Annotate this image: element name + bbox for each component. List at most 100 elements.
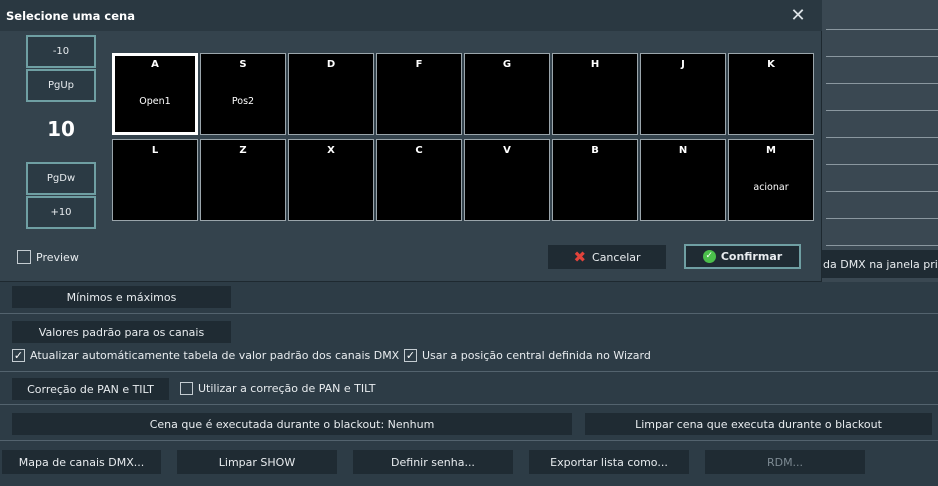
scene-key-label: B bbox=[591, 145, 599, 156]
checkbox-checked-icon[interactable]: ✓ bbox=[12, 349, 25, 362]
auto-update-label: Atualizar automáticamente tabela de valo… bbox=[30, 349, 400, 362]
divider bbox=[826, 245, 938, 246]
button-label: Valores padrão para os canais bbox=[38, 325, 205, 339]
preview-option[interactable]: Preview bbox=[17, 250, 79, 264]
button-label: Confirmar bbox=[720, 250, 783, 263]
export-list-button[interactable]: Exportar lista como... bbox=[529, 450, 689, 474]
button-label: Exportar lista como... bbox=[550, 455, 668, 469]
divider bbox=[826, 110, 938, 111]
scene-key-label: D bbox=[326, 59, 336, 70]
dmx-channel-map-button[interactable]: Mapa de canais DMX... bbox=[2, 450, 161, 474]
button-label: Definir senha... bbox=[391, 455, 475, 469]
checkbox-unchecked-icon[interactable] bbox=[17, 250, 31, 264]
button-label: Mínimos e máximos bbox=[66, 290, 177, 304]
scene-button-n[interactable]: N bbox=[640, 139, 726, 221]
scene-button-j[interactable]: J bbox=[640, 53, 726, 135]
dialog-title: Selecione uma cena bbox=[6, 8, 135, 23]
button-label: Mapa de canais DMX... bbox=[18, 455, 145, 469]
scene-button-a[interactable]: A Open1 bbox=[112, 53, 198, 135]
page-up-button[interactable]: PgUp bbox=[26, 69, 96, 102]
divider bbox=[826, 191, 938, 192]
auto-update-default-table-option[interactable]: ✓ Atualizar automáticamente tabela de va… bbox=[12, 349, 399, 362]
blackout-scene-button[interactable]: Cena que é executada durante o blackout:… bbox=[12, 413, 572, 435]
confirm-button[interactable]: ✓ Confirmar bbox=[684, 244, 801, 269]
scene-key-label: S bbox=[239, 59, 247, 70]
scene-key-label: C bbox=[415, 145, 423, 156]
divider bbox=[826, 29, 938, 30]
button-label: PgDw bbox=[46, 173, 76, 184]
scene-button-f[interactable]: F bbox=[376, 53, 462, 135]
pan-tilt-use-label: Utilizar a correção de PAN e TILT bbox=[198, 382, 376, 395]
pan-tilt-correction-button[interactable]: Correção de PAN e TILT bbox=[12, 378, 169, 400]
min-max-button[interactable]: Mínimos e máximos bbox=[12, 286, 231, 308]
button-label: PgUp bbox=[47, 80, 75, 91]
divider bbox=[826, 164, 938, 165]
button-label: Correção de PAN e TILT bbox=[27, 382, 154, 396]
set-password-button[interactable]: Definir senha... bbox=[353, 450, 513, 474]
scene-key-label: V bbox=[503, 145, 511, 156]
divider bbox=[826, 83, 938, 84]
clear-show-button[interactable]: Limpar SHOW bbox=[177, 450, 337, 474]
button-label: RDM... bbox=[766, 455, 804, 469]
scene-key-label: Z bbox=[239, 145, 247, 156]
checkbox-checked-icon[interactable]: ✓ bbox=[404, 349, 417, 362]
scene-key-label: M bbox=[766, 145, 776, 156]
divider bbox=[826, 137, 938, 138]
scene-key-label: K bbox=[767, 59, 775, 70]
button-label: Limpar SHOW bbox=[218, 455, 296, 469]
scene-key-label: F bbox=[415, 59, 423, 70]
scene-button-m[interactable]: Macionar bbox=[728, 139, 814, 221]
scene-button-k[interactable]: K bbox=[728, 53, 814, 135]
dialog-titlebar: Selecione uma cena bbox=[0, 0, 822, 31]
page-down-button[interactable]: PgDw bbox=[26, 162, 96, 195]
scene-button-l[interactable]: L bbox=[112, 139, 198, 221]
show-dmx-main-window-button[interactable]: da DMX na janela princ bbox=[820, 250, 938, 278]
check-circle-icon: ✓ bbox=[702, 250, 716, 263]
scene-grid: A Open1 S Pos2 D F G H J K L Z X C V B N Macionar bbox=[112, 53, 814, 223]
scene-key-label: N bbox=[678, 145, 688, 156]
button-label: Cena que é executada durante o blackout:… bbox=[149, 417, 435, 431]
divider bbox=[826, 56, 938, 57]
scene-button-z[interactable]: Z bbox=[200, 139, 286, 221]
scene-key-label: G bbox=[502, 59, 512, 70]
settings-list-strip bbox=[822, 0, 938, 282]
scene-button-g[interactable]: G bbox=[464, 53, 550, 135]
scene-button-v[interactable]: V bbox=[464, 139, 550, 221]
button-label: -10 bbox=[52, 46, 70, 57]
scene-select-dialog: Selecione uma cena ✕ -10 PgUp 10 PgDw +1… bbox=[0, 0, 822, 282]
scene-name-label: Pos2 bbox=[231, 96, 255, 107]
scene-button-c[interactable]: C bbox=[376, 139, 462, 221]
button-label: Limpar cena que executa durante o blacko… bbox=[635, 417, 882, 431]
divider bbox=[0, 313, 938, 314]
scene-key-label: H bbox=[590, 59, 600, 70]
checkbox-unchecked-icon[interactable] bbox=[180, 382, 193, 395]
scene-button-b[interactable]: B bbox=[552, 139, 638, 221]
page-plus-10-button[interactable]: +10 bbox=[26, 196, 96, 229]
divider bbox=[0, 371, 938, 372]
scene-button-x[interactable]: X bbox=[288, 139, 374, 221]
divider bbox=[826, 218, 938, 219]
scene-key-label: A bbox=[151, 59, 159, 70]
scene-key-label: L bbox=[151, 145, 159, 156]
page-minus-10-button[interactable]: -10 bbox=[26, 35, 96, 68]
close-icon[interactable]: ✕ bbox=[786, 4, 810, 26]
scene-key-label: X bbox=[327, 145, 335, 156]
scene-name-label: Open1 bbox=[139, 96, 171, 107]
cancel-button[interactable]: ✖ Cancelar bbox=[548, 245, 666, 269]
x-icon: ✖ bbox=[573, 247, 587, 266]
divider bbox=[0, 404, 938, 405]
rdm-button[interactable]: RDM... bbox=[705, 450, 865, 474]
button-label: +10 bbox=[50, 207, 72, 218]
scene-name-label: acionar bbox=[753, 182, 789, 193]
use-pan-tilt-correction-option[interactable]: Utilizar a correção de PAN e TILT bbox=[180, 382, 375, 395]
clear-blackout-scene-button[interactable]: Limpar cena que executa durante o blacko… bbox=[585, 413, 932, 435]
button-label: da DMX na janela princ bbox=[823, 257, 938, 271]
scene-button-d[interactable]: D bbox=[288, 53, 374, 135]
scene-button-s[interactable]: S Pos2 bbox=[200, 53, 286, 135]
default-values-button[interactable]: Valores padrão para os canais bbox=[12, 321, 231, 343]
button-label: Cancelar bbox=[592, 250, 641, 264]
scene-button-h[interactable]: H bbox=[552, 53, 638, 135]
use-wizard-center-position-option[interactable]: ✓ Usar a posição central definida no Wiz… bbox=[404, 349, 651, 362]
page-number: 10 bbox=[47, 117, 75, 141]
divider bbox=[0, 440, 938, 441]
